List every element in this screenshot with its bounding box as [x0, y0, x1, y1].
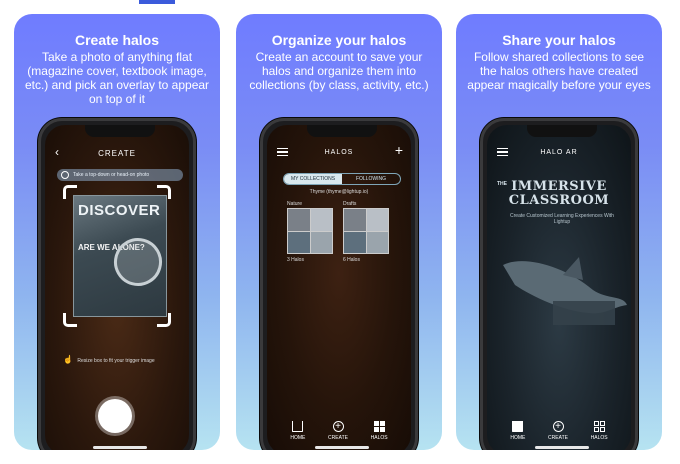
panel-create-halos: Create halos Take a photo of anything fl… — [14, 14, 220, 450]
create-icon: + — [552, 421, 564, 432]
panel-organize-halos: Organize your halos Create an account to… — [236, 14, 442, 450]
halos-screen: HALOS + MY COLLECTIONS FOLLOWING Thyme (… — [267, 125, 411, 450]
home-icon — [512, 421, 524, 432]
tab-label: HOME — [510, 435, 526, 441]
overlay-title-line1: IMMERSIVE — [511, 179, 607, 194]
crop-handle-bottom-right[interactable] — [157, 313, 171, 327]
tab-create[interactable]: + CREATE — [548, 421, 568, 441]
add-icon[interactable]: + — [395, 142, 403, 158]
photo-hint-pill: Take a top-down or head-on photo — [57, 169, 183, 181]
screen-header: HALOS — [324, 149, 354, 156]
collection-count: 6 Halos — [343, 257, 360, 263]
tab-home[interactable]: HOME — [510, 421, 525, 441]
resize-hint: ☝ Resize box to fit your trigger image — [63, 355, 183, 364]
camera-screen: ‹ CREATE Take a top-down or head-on phot… — [45, 125, 189, 450]
whale-ar-image — [503, 257, 627, 325]
satellite-dish-image — [105, 229, 171, 295]
phone-frame: HALO AR THE IMMERSIVE CLASSROOM Create C… — [480, 118, 638, 450]
bottom-tabbar: HOME + CREATE HALOS — [487, 421, 631, 441]
overlay-title-line2: CLASSROOM — [508, 193, 610, 208]
home-indicator — [535, 446, 589, 449]
phone-frame: ‹ CREATE Take a top-down or head-on phot… — [38, 118, 196, 450]
phone-notch — [307, 125, 377, 137]
hand-pointer-icon: ☝ — [63, 355, 73, 364]
home-indicator — [93, 446, 147, 449]
resize-hint-text: Resize box to fit your trigger image — [77, 358, 155, 364]
home-icon — [292, 421, 304, 432]
tab-label: HALOS — [370, 435, 388, 441]
tab-home[interactable]: HOME — [290, 421, 305, 441]
panel-description: Take a photo of anything flat (magazine … — [24, 50, 210, 106]
panel-description: Create an account to save your halos and… — [249, 50, 429, 92]
photo-hint-text: Take a top-down or head-on photo — [73, 172, 150, 178]
overlay-subtitle: Create Customized Learning Experiences W… — [510, 213, 614, 225]
bottom-tabbar: HOME + CREATE HALOS — [267, 421, 411, 441]
tab-halos[interactable]: HALOS — [591, 421, 608, 441]
top-accent-mark — [139, 0, 175, 4]
crop-handle-top-left[interactable] — [63, 185, 77, 199]
panel-title: Organize your halos — [271, 32, 407, 48]
collection-name: Drafts — [343, 201, 357, 207]
crop-handle-top-right[interactable] — [157, 185, 171, 199]
create-icon: + — [332, 421, 344, 432]
tab-create[interactable]: + CREATE — [328, 421, 348, 441]
grid-icon — [373, 421, 385, 432]
collection-name: Nature — [287, 201, 303, 207]
home-indicator — [315, 446, 369, 449]
crop-handle-bottom-left[interactable] — [63, 313, 77, 327]
collection-card-nature[interactable] — [287, 208, 333, 254]
magazine-cover: DISCOVER ARE WE ALONE? — [73, 195, 171, 317]
collections-segmented-control: MY COLLECTIONS FOLLOWING — [283, 173, 401, 185]
info-icon — [61, 171, 69, 179]
panel-title: Create halos — [74, 32, 160, 48]
screen-header: HALO AR — [540, 149, 578, 156]
collection-count: 3 Halos — [287, 257, 304, 263]
tab-label: CREATE — [328, 435, 348, 441]
phone-frame: HALOS + MY COLLECTIONS FOLLOWING Thyme (… — [260, 118, 418, 450]
magazine-title: DISCOVER — [78, 202, 161, 219]
panel-title: Share your halos — [502, 32, 616, 48]
tab-halos[interactable]: HALOS — [371, 421, 388, 441]
panel-description: Follow shared collections to see the hal… — [467, 50, 651, 92]
tab-my-collections[interactable]: MY COLLECTIONS — [284, 174, 342, 184]
phone-notch — [85, 125, 155, 137]
tab-label: CREATE — [548, 435, 568, 441]
screen-header: CREATE — [98, 149, 136, 158]
tab-label: HOME — [290, 435, 306, 441]
tab-label: HALOS — [590, 435, 608, 441]
collection-card-drafts[interactable] — [343, 208, 389, 254]
tab-following[interactable]: FOLLOWING — [342, 174, 400, 184]
panel-share-halos: Share your halos Follow shared collectio… — [456, 14, 662, 450]
user-label: Thyme (thyme@lightup.io) — [309, 189, 369, 195]
ar-screen: HALO AR THE IMMERSIVE CLASSROOM Create C… — [487, 125, 631, 450]
grid-icon — [593, 421, 605, 432]
shutter-button[interactable] — [98, 399, 132, 433]
phone-notch — [527, 125, 597, 137]
